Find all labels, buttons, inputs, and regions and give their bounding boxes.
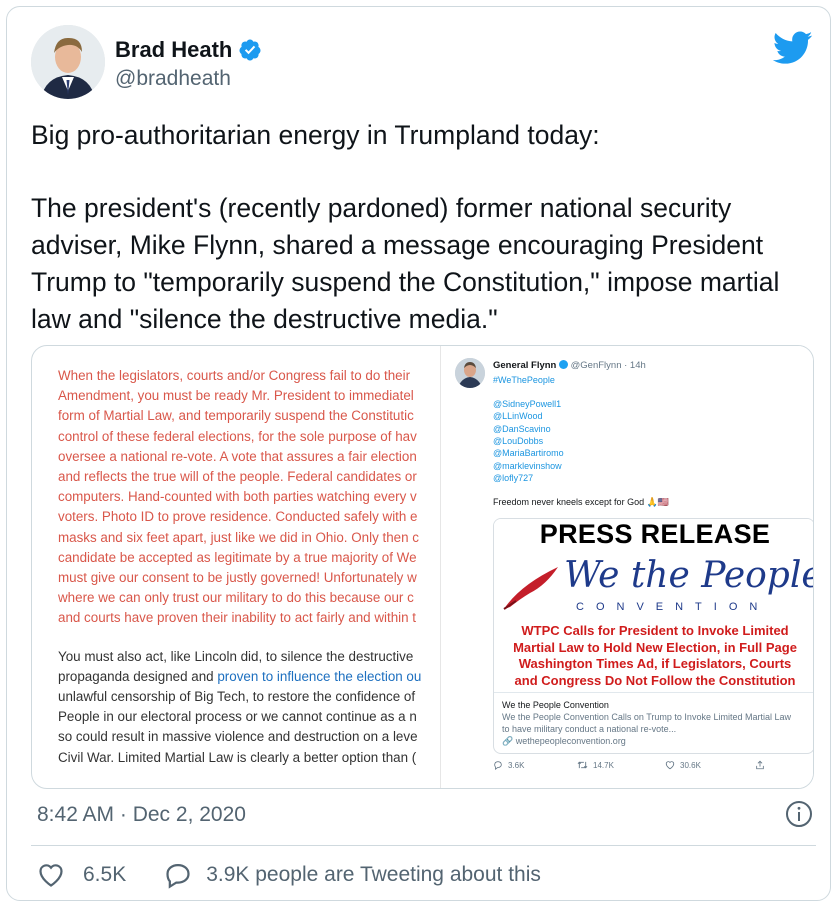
letter-line: propaganda designed and proven to influe… <box>58 668 422 684</box>
press-release-card: PRESS RELEASE We the People CONVENTION W… <box>493 518 814 754</box>
embedded-retweet-count: 14.7K <box>593 760 614 770</box>
wtp-logo-text: We the People <box>564 555 814 596</box>
tweet-stats: 6.5K 3.9K people are Tweeting about this <box>37 861 541 889</box>
retweet-icon <box>577 761 588 769</box>
embedded-retweet: 14.7K <box>577 760 614 770</box>
letter-line: so could result in massive violence and … <box>58 729 418 745</box>
letter-line: You must also act, like Lincoln did, to … <box>58 648 414 664</box>
author-avatar[interactable] <box>31 25 105 99</box>
embedded-mention: @MariaBartiromo <box>493 448 564 459</box>
embedded-tweet-text: Freedom never kneels except for God 🙏🇺🇸 <box>493 497 669 507</box>
embedded-mention: @marklevinshow <box>493 460 562 471</box>
info-icon[interactable] <box>785 800 813 828</box>
letter-link-text: proven to influence the election ou <box>217 668 422 684</box>
embedded-mention: @LouDobbs <box>493 435 544 446</box>
link-card-url-row: 🔗 wethepeopleconvention.org <box>502 735 808 747</box>
letter-line: form of Martial Law, and temporarily sus… <box>58 408 414 424</box>
embedded-mention: @DanScavino <box>493 423 551 434</box>
letter-line: When the legislators, courts and/or Cong… <box>58 368 411 383</box>
letter-paragraph-gap <box>58 629 440 647</box>
letter-line: computers. Hand-counted with both partie… <box>58 489 417 505</box>
letter-line: oversee a national re-vote. A vote that … <box>58 448 417 464</box>
wtp-convention-text: CONVENTION <box>576 601 770 613</box>
letter-line: People in our electoral process or we ca… <box>58 709 417 725</box>
tweet-card: Brad Heath @bradheath Big pro-authoritar… <box>6 6 831 901</box>
embedded-like-count: 30.6K <box>680 760 701 770</box>
link-card-title: We the People Convention <box>502 700 609 710</box>
like-icon <box>665 761 675 770</box>
tweet-text-paragraph-1: Big pro-authoritarian energy in Trumplan… <box>31 120 600 150</box>
link-icon: 🔗 <box>502 736 514 746</box>
embedded-reply: 3.6K <box>493 760 524 770</box>
reply-icon <box>494 761 502 770</box>
letter-line: Amendment, you must be ready Mr. Preside… <box>58 388 414 404</box>
embedded-mention: @lofly727 <box>493 472 534 483</box>
embedded-share <box>755 760 765 770</box>
tweet-media-image[interactable]: When the legislators, courts and/or Cong… <box>31 345 814 789</box>
letter-line: control of these federal elections, for … <box>58 428 417 444</box>
embedded-tweet-header: General Flynn @GenFlynn · 14h <box>493 360 646 371</box>
verified-small-icon <box>559 360 568 369</box>
letter-line: where we can only trust our military to … <box>58 590 414 606</box>
embedded-handle: @GenFlynn <box>570 360 622 371</box>
letter-line: must give our consent to be justly gover… <box>58 570 417 586</box>
tweet-timestamp[interactable]: 8:42 AM · Dec 2, 2020 <box>37 803 246 827</box>
share-icon <box>756 760 764 770</box>
letter-screenshot: When the legislators, courts and/or Cong… <box>32 346 440 788</box>
headline-line: and Congress Do Not Follow the Constitut… <box>514 672 796 688</box>
author-display-name[interactable]: Brad Heath <box>115 37 232 63</box>
embedded-tweet-screenshot: General Flynn @GenFlynn · 14h #WeThePeop… <box>440 346 814 788</box>
embedded-avatar <box>455 358 485 388</box>
link-card-meta: We the People Convention We the People C… <box>494 692 813 753</box>
letter-line: and reflects the true will of the people… <box>58 469 417 485</box>
link-card-url: wethepeopleconvention.org <box>515 736 626 746</box>
divider <box>31 845 816 846</box>
embedded-mention: @SidneyPowell1 <box>493 399 562 409</box>
embedded-mention: @LLinWood <box>493 411 543 422</box>
embedded-time: · 14h <box>624 360 646 371</box>
letter-line: and courts have proven their inability t… <box>58 610 417 626</box>
headline-line: WTPC Calls for President to Invoke Limit… <box>521 623 789 638</box>
headline-line: Washington Times Ad, if Legislators, Cou… <box>518 656 792 671</box>
embedded-like: 30.6K <box>665 760 701 770</box>
tweeting-about-link[interactable]: 3.9K people are Tweeting about this <box>206 863 541 887</box>
embedded-actions: 3.6K 14.7K 30.6K <box>493 760 793 776</box>
link-card-description-2: to have military conduct a national re-v… <box>502 724 677 734</box>
verified-badge-icon <box>239 39 261 61</box>
author-name-row: Brad Heath <box>115 37 262 63</box>
author-handle[interactable]: @bradheath <box>115 67 231 91</box>
press-release-image: PRESS RELEASE We the People CONVENTION W… <box>494 519 814 692</box>
link-card-description-1: We the People Convention Calls on Trump … <box>502 712 791 722</box>
tweet-text-paragraph-2: The president's (recently pardoned) form… <box>31 193 780 334</box>
letter-line: unlawful censorship of Big Tech, to rest… <box>58 689 416 705</box>
embedded-hashtag: #WeThePeople <box>493 375 555 385</box>
headline-line: Martial Law to Hold New Election, in Ful… <box>513 639 797 655</box>
heart-icon[interactable] <box>37 861 65 889</box>
press-release-title: PRESS RELEASE <box>539 519 771 549</box>
twitter-bird-icon[interactable] <box>773 31 813 65</box>
embedded-name: General Flynn <box>493 360 557 371</box>
letter-line: voters. Photo ID to prove residence. Con… <box>58 509 418 525</box>
press-release-headline: WTPC Calls for President to Invoke Limit… <box>494 623 813 689</box>
like-count[interactable]: 6.5K <box>83 863 126 887</box>
letter-line: candidate be accepted as legitimate by a… <box>58 549 417 565</box>
letter-line: masks and six feet apart, just like we d… <box>58 529 419 545</box>
comment-bubble-icon[interactable] <box>164 861 192 889</box>
embedded-reply-count: 3.6K <box>508 760 525 770</box>
quill-pen-icon <box>503 567 558 610</box>
letter-line: Civil War. Limited Martial Law is clearl… <box>58 749 417 765</box>
